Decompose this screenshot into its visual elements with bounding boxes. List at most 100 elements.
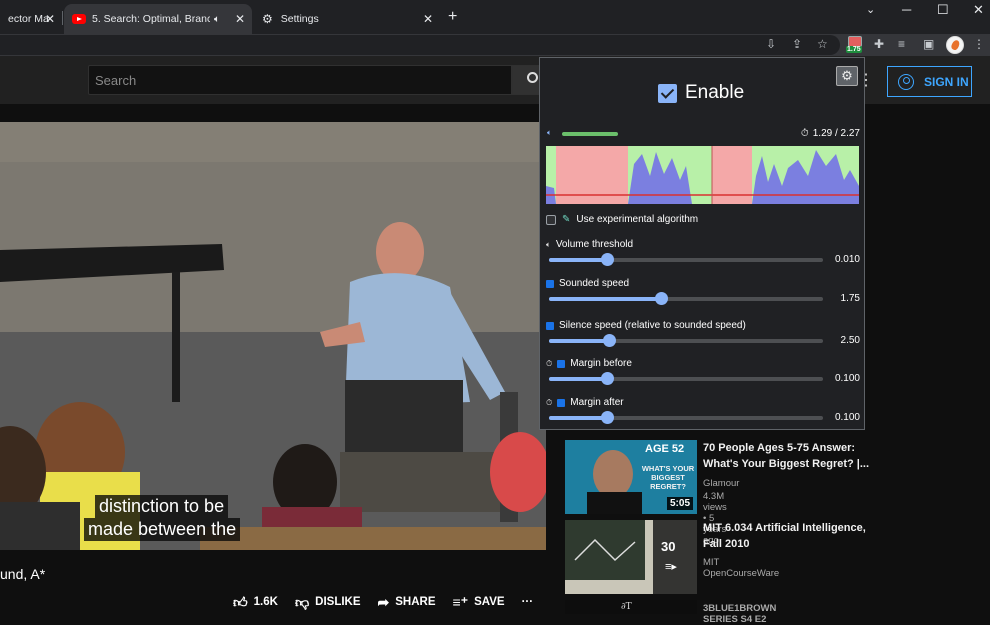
speaker-icon: 🔈︎ — [547, 128, 552, 137]
minimize-button[interactable]: ─ — [902, 2, 911, 17]
like-button[interactable]: 👍︎ 1.6K — [233, 594, 278, 611]
volume-threshold-slider[interactable] — [549, 253, 823, 266]
thumbnail-image: ∂T — [621, 602, 632, 612]
slider-thumb[interactable] — [600, 253, 614, 266]
channel-name[interactable]: MIT OpenCourseWare — [703, 557, 779, 579]
install-app-icon[interactable]: ⇩ — [766, 37, 776, 51]
stopwatch-icon: ⏱︎ — [546, 397, 553, 407]
volume-graph — [546, 146, 859, 204]
recommendation-title[interactable]: 70 People Ages 5-75 Answer: What's Your … — [703, 440, 873, 472]
maximize-button[interactable]: ☐ — [937, 2, 949, 18]
save-button[interactable]: ≡⁺ SAVE — [453, 594, 505, 611]
share-arrow-icon: ➦ — [377, 593, 390, 610]
youtube-icon — [72, 14, 86, 24]
jump-cutter-popup: ⚙ Enable 🔈︎ ⏱︎ 1.29 / 2.27 ✎ Use experime… — [539, 57, 865, 430]
sign-in-button[interactable]: SIGN IN — [887, 66, 972, 97]
profile-avatar[interactable] — [946, 36, 964, 54]
new-tab-button[interactable]: + — [448, 8, 457, 26]
video-thumbnail[interactable]: ∂T — [565, 600, 697, 614]
jump-cutter-extension-icon[interactable]: 1.75 — [846, 36, 864, 54]
enable-checkbox[interactable] — [658, 83, 677, 103]
margin-icon — [557, 398, 566, 407]
video-title: und, A* — [0, 566, 46, 582]
dislike-button[interactable]: 👎︎ DISLIKE — [295, 594, 361, 611]
address-bar[interactable] — [0, 35, 840, 55]
slider-thumb[interactable] — [600, 372, 614, 385]
fast-forward-icon — [546, 321, 554, 330]
slider-thumb[interactable] — [603, 334, 617, 347]
close-window-button[interactable]: ✕ — [973, 2, 984, 18]
control-label: Margin after — [570, 397, 624, 408]
playlist-thumbnail[interactable]: 30 ≡▸ — [565, 520, 697, 594]
channel-name[interactable]: Glamour — [703, 478, 739, 489]
control-value: 2.50 — [840, 335, 860, 346]
close-tab-icon[interactable]: ✕ — [45, 12, 55, 26]
speed-readout: ⏱︎ 1.29 / 2.27 — [801, 128, 860, 139]
like-count: 1.6K — [253, 596, 278, 608]
media-controls-icon[interactable]: ≡ — [898, 37, 905, 51]
dislike-label: DISLIKE — [315, 596, 361, 608]
silence-speed-slider[interactable] — [549, 334, 823, 347]
playlist-count: 30 — [661, 539, 676, 554]
video-player[interactable] — [0, 122, 546, 550]
close-tab-icon[interactable]: ✕ — [235, 12, 245, 26]
chrome-menu-icon[interactable]: ⋮ — [973, 37, 985, 51]
enable-label: Enable — [685, 82, 745, 103]
playlist-icon: ≡▸ — [665, 561, 677, 573]
video-thumbnail[interactable]: AGE 52 WHAT'S YOUR BIGGEST REGRET? 5:05 — [565, 440, 697, 514]
playlist-add-icon: ≡⁺ — [452, 593, 469, 610]
control-value: 0.100 — [834, 412, 860, 423]
volume-threshold-control: 🔈︎ Volume threshold 0.010 — [546, 239, 860, 273]
control-label: Volume threshold — [555, 239, 634, 250]
more-actions-icon: ··· — [521, 596, 534, 608]
margin-before-slider[interactable] — [549, 372, 823, 385]
control-label: Sounded speed — [559, 278, 630, 289]
tab-title: ector Ma — [8, 13, 49, 25]
recommendation-title[interactable]: MIT 6.034 Artificial Intelligence, Fall … — [703, 520, 873, 552]
series-label: 3BLUE1BROWN SERIES S4 E2 — [703, 603, 777, 625]
tab-strip: ector Ma ✕ 5. Search: Optimal, Branch an… — [0, 0, 990, 34]
tab-vector[interactable]: ector Ma ✕ — [0, 4, 62, 34]
tab-separator — [62, 11, 63, 25]
stopwatch-icon: ⏱︎ — [800, 128, 809, 139]
play-icon — [546, 279, 554, 288]
slider-fill — [549, 339, 610, 343]
experimental-checkbox[interactable] — [546, 214, 556, 225]
thumbs-up-icon: 👍︎ — [233, 593, 248, 610]
search-input[interactable]: Search — [88, 65, 512, 95]
tab-settings[interactable]: ⚙ Settings ✕ — [254, 4, 440, 34]
tab-youtube-active[interactable]: 5. Search: Optimal, Branch an 🔈︎ ✕ — [64, 4, 252, 34]
speaker-icon[interactable]: 🔈︎ — [214, 14, 220, 25]
settings-button[interactable]: ⚙ — [836, 66, 858, 86]
tab-title: Settings — [280, 13, 319, 25]
tab-search-icon[interactable]: ⌄ — [866, 3, 875, 16]
side-panel-icon[interactable]: ▣ — [923, 37, 934, 51]
control-value: 0.010 — [834, 254, 860, 265]
slider-fill — [549, 377, 607, 381]
experimental-algorithm-toggle[interactable]: ✎ Use experimental algorithm — [546, 214, 698, 225]
bookmark-star-icon[interactable]: ☆ — [817, 37, 828, 51]
slider-thumb[interactable] — [600, 411, 614, 424]
share-button[interactable]: ➦ SHARE — [378, 594, 436, 611]
volume-indicator: 🔈︎ ⏱︎ 1.29 / 2.27 — [546, 128, 860, 140]
slider-thumb[interactable] — [655, 292, 669, 305]
share-icon[interactable]: ⇪ — [792, 37, 802, 51]
enable-toggle[interactable]: Enable — [658, 82, 744, 104]
control-label: Silence speed (relative to sounded speed… — [559, 320, 746, 331]
extensions-puzzle-icon[interactable]: ✚ — [874, 37, 884, 51]
close-tab-icon[interactable]: ✕ — [423, 12, 433, 26]
search-icon — [527, 72, 538, 83]
video-duration: 5:05 — [666, 497, 693, 510]
browser-toolbar: ⇩ ⇪ ☆ 1.75 ✚ ≡ ▣ ⋮ — [0, 34, 990, 56]
experimental-label: Use experimental algorithm — [576, 214, 699, 225]
slider-fill — [549, 258, 607, 262]
video-actions: 👍︎ 1.6K 👎︎ DISLIKE ➦ SHARE ≡⁺ SAVE ··· — [233, 593, 550, 611]
experimental-pen-icon: ✎ — [562, 214, 571, 225]
sounded-speed-slider[interactable] — [549, 292, 823, 305]
margin-after-control: ⏱︎ Margin after 0.100 — [546, 397, 860, 431]
caption-line: made between the — [84, 518, 241, 541]
more-actions-button[interactable]: ··· — [522, 596, 534, 608]
account-icon — [898, 73, 914, 90]
margin-after-slider[interactable] — [549, 411, 823, 424]
control-value: 1.75 — [840, 293, 860, 304]
